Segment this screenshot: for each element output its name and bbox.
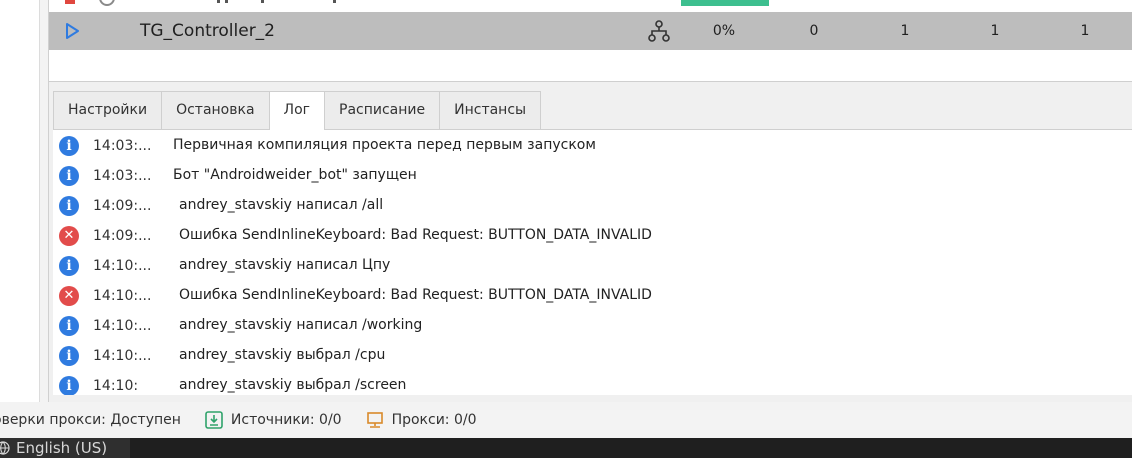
play-icon[interactable] bbox=[63, 12, 81, 50]
log-message: Ошибка SendInlineKeyboard: Bad Request: … bbox=[179, 227, 652, 243]
log-message: andrey_stavskiy написал /all bbox=[179, 197, 384, 213]
task-row-selected[interactable]: TG_Controller_2 0% 0 1 1 1 bbox=[49, 12, 1132, 50]
log-time: 14:10:... bbox=[93, 318, 152, 334]
task-col-4: 1 bbox=[1080, 23, 1090, 39]
tab-instances[interactable]: Инстансы bbox=[439, 91, 542, 129]
error-icon: ✕ bbox=[59, 286, 79, 306]
proxies-label: Прокси: 0/0 bbox=[391, 412, 477, 428]
globe-icon bbox=[0, 441, 10, 455]
text-fragment bbox=[333, 0, 336, 3]
tab-settings[interactable]: Настройки bbox=[53, 91, 163, 129]
taskbar: English (US) bbox=[0, 438, 1132, 458]
log-time: 14:03:... bbox=[93, 168, 152, 184]
log-time: 14:10: bbox=[93, 378, 139, 394]
log-row[interactable]: ✕ 14:09:... Ошибка SendInlineKeyboard: B… bbox=[53, 220, 1132, 250]
log-time: 14:10:... bbox=[93, 348, 152, 364]
info-icon: i bbox=[59, 316, 79, 336]
tab-log[interactable]: Лог bbox=[268, 91, 325, 130]
text-fragment bbox=[217, 0, 220, 3]
error-icon: ✕ bbox=[59, 226, 79, 246]
task-name: TG_Controller_2 bbox=[140, 21, 275, 41]
tab-stop[interactable]: Остановка bbox=[161, 91, 270, 129]
task-col-3: 1 bbox=[990, 23, 1000, 39]
main-frame: TG_Controller_2 0% 0 1 1 1 Настройки Ост… bbox=[48, 0, 1132, 402]
task-col-2: 1 bbox=[900, 23, 910, 39]
hierarchy-icon bbox=[647, 12, 671, 50]
info-icon: i bbox=[59, 376, 79, 395]
sources-status[interactable]: Источники: 0/0 bbox=[205, 411, 342, 429]
log-message: andrey_stavskiy написал Цпу bbox=[179, 257, 391, 273]
status-marker bbox=[65, 0, 75, 4]
previous-task-row[interactable] bbox=[49, 0, 1132, 10]
task-progress: 0% bbox=[712, 23, 736, 39]
left-panel-strip bbox=[0, 0, 40, 402]
download-icon bbox=[205, 411, 223, 429]
info-icon: i bbox=[59, 166, 79, 186]
log-time: 14:10:... bbox=[93, 288, 152, 304]
log-message: Бот "Androidweider_bot" запущен bbox=[173, 167, 417, 183]
log-message: Ошибка SendInlineKeyboard: Bad Request: … bbox=[179, 287, 652, 303]
log-time: 14:09:... bbox=[93, 228, 152, 244]
text-fragment bbox=[225, 0, 228, 3]
log-row[interactable]: i 14:10: andrey_stavskiy выбрал /screen bbox=[53, 370, 1132, 395]
log-message: andrey_stavskiy выбрал /screen bbox=[179, 377, 407, 393]
log-row[interactable]: i 14:03:... Бот "Androidweider_bot" запу… bbox=[53, 160, 1132, 190]
log-row[interactable]: i 14:10:... andrey_stavskiy написал /wor… bbox=[53, 310, 1132, 340]
info-icon: i bbox=[59, 136, 79, 156]
tabs-bar: Настройки Остановка Лог Расписание Инста… bbox=[53, 91, 542, 130]
log-message: andrey_stavskiy выбрал /cpu bbox=[179, 347, 386, 363]
info-icon: i bbox=[59, 196, 79, 216]
log-message: andrey_stavskiy написал /working bbox=[179, 317, 423, 333]
log-row[interactable]: i 14:10:... andrey_stavskiy написал Цпу bbox=[53, 250, 1132, 280]
task-list: TG_Controller_2 0% 0 1 1 1 bbox=[49, 0, 1132, 82]
language-label: English (US) bbox=[16, 439, 108, 457]
log-row[interactable]: i 14:09:... andrey_stavskiy написал /all bbox=[53, 190, 1132, 220]
log-list[interactable]: i 14:03:... Первичная компиляция проекта… bbox=[53, 129, 1132, 395]
log-row[interactable]: i 14:03:... Первичная компиляция проекта… bbox=[53, 130, 1132, 160]
log-time: 14:09:... bbox=[93, 198, 152, 214]
proxies-status[interactable]: Прокси: 0/0 bbox=[366, 411, 477, 429]
monitor-icon bbox=[366, 411, 384, 429]
language-indicator[interactable]: English (US) bbox=[0, 438, 130, 458]
log-message: Первичная компиляция проекта перед первы… bbox=[173, 137, 596, 153]
log-time: 14:03:... bbox=[93, 138, 152, 154]
status-bar: оверки прокси: Доступен Источники: 0/0 П… bbox=[0, 402, 1132, 438]
log-row[interactable]: i 14:10:... andrey_stavskiy выбрал /cpu bbox=[53, 340, 1132, 370]
clock-icon bbox=[99, 0, 115, 6]
proxy-check-status: оверки прокси: Доступен bbox=[0, 412, 181, 428]
log-row[interactable]: ✕ 14:10:... Ошибка SendInlineKeyboard: B… bbox=[53, 280, 1132, 310]
info-icon: i bbox=[59, 346, 79, 366]
text-fragment bbox=[261, 0, 264, 3]
info-icon: i bbox=[59, 256, 79, 276]
progress-bar bbox=[681, 0, 769, 6]
sources-label: Источники: 0/0 bbox=[230, 412, 342, 428]
tab-schedule[interactable]: Расписание bbox=[324, 91, 441, 129]
log-time: 14:10:... bbox=[93, 258, 152, 274]
task-col-1: 0 bbox=[809, 23, 819, 39]
proxy-check-label: оверки прокси: Доступен bbox=[0, 412, 181, 428]
